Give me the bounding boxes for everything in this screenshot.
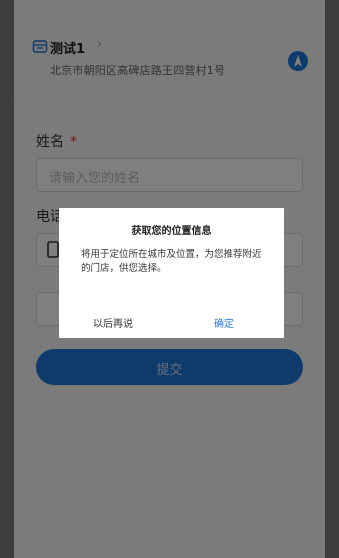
dialog-message: 将用于定位所在城市及位置，为您推荐附近的门店，供您选择。 <box>81 249 262 274</box>
location-permission-dialog: 获取您的位置信息 将用于定位所在城市及位置，为您推荐附近的门店，供您选择。 以后… <box>59 208 284 338</box>
dialog-title: 获取您的位置信息 <box>131 226 212 237</box>
confirm-button[interactable]: 确定 <box>214 315 234 330</box>
later-button[interactable]: 以后再说 <box>93 315 133 330</box>
